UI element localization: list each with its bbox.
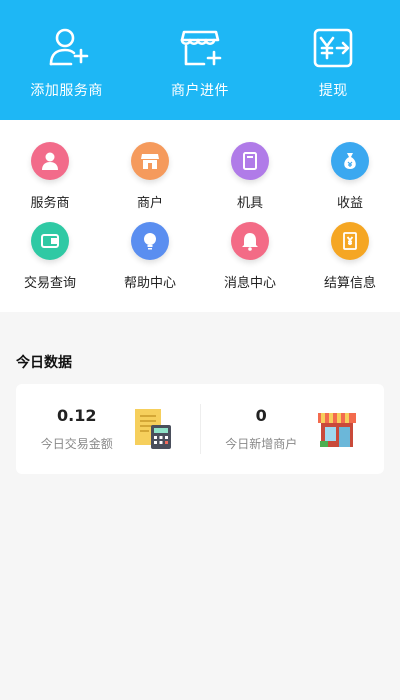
store-icon xyxy=(131,142,169,180)
device-icon xyxy=(231,142,269,180)
withdraw-icon xyxy=(314,28,353,68)
merchant-onboarding-button[interactable]: 商户进件 xyxy=(140,26,260,100)
grid-item-merchant[interactable]: 商户 xyxy=(100,142,200,222)
today-transaction-amount[interactable]: 0.12 今日交易金额 xyxy=(16,384,200,474)
shop-icon xyxy=(318,413,357,447)
today-data-title: 今日数据 xyxy=(16,355,72,371)
grid-label: 服务商 xyxy=(30,196,70,211)
money-bag-icon xyxy=(331,142,369,180)
grid-label: 帮助中心 xyxy=(123,276,176,291)
grid-label: 机具 xyxy=(236,196,263,211)
stat-value: 0.12 xyxy=(57,406,97,425)
grid-label: 商户 xyxy=(136,196,163,211)
today-new-merchants[interactable]: 0 今日新增商户 xyxy=(201,384,385,474)
grid-item-service-provider[interactable]: 服务商 xyxy=(0,142,100,222)
function-grid: 服务商 商户 机具 收益 交易查询 帮助中心 消息中心 结算信息 xyxy=(0,120,400,312)
grid-label: 结算信息 xyxy=(323,276,376,291)
person-icon xyxy=(31,142,69,180)
grid-item-earnings[interactable]: 收益 xyxy=(300,142,400,222)
add-service-provider-label: 添加服务商 xyxy=(30,83,103,99)
bulb-icon xyxy=(131,222,169,260)
grid-item-message-center[interactable]: 消息中心 xyxy=(200,222,300,302)
withdraw-button[interactable]: 提现 xyxy=(273,26,393,100)
stat-label: 今日交易金额 xyxy=(40,437,113,451)
grid-item-transaction-query[interactable]: 交易查询 xyxy=(0,222,100,302)
store-add-icon xyxy=(180,30,222,66)
wallet-icon xyxy=(31,222,69,260)
bell-icon xyxy=(231,222,269,260)
receipt-calculator-icon xyxy=(134,409,171,449)
add-service-provider-button[interactable]: 添加服务商 xyxy=(7,26,127,100)
stat-label: 今日新增商户 xyxy=(225,437,298,451)
withdraw-label: 提现 xyxy=(318,83,348,99)
today-stats-card: 0.12 今日交易金额 0 今日新增商户 xyxy=(16,384,384,474)
add-user-icon xyxy=(49,28,88,66)
stat-value: 0 xyxy=(255,406,267,425)
merchant-onboarding-label: 商户进件 xyxy=(170,83,229,99)
grid-label: 收益 xyxy=(336,196,363,211)
grid-label: 交易查询 xyxy=(23,276,76,291)
bill-icon xyxy=(331,222,369,260)
grid-item-settlement-info[interactable]: 结算信息 xyxy=(300,222,400,302)
top-action-bar: 添加服务商 商户进件 提现 xyxy=(0,0,400,120)
grid-item-device[interactable]: 机具 xyxy=(200,142,300,222)
grid-label: 消息中心 xyxy=(223,276,276,291)
grid-item-help-center[interactable]: 帮助中心 xyxy=(100,222,200,302)
